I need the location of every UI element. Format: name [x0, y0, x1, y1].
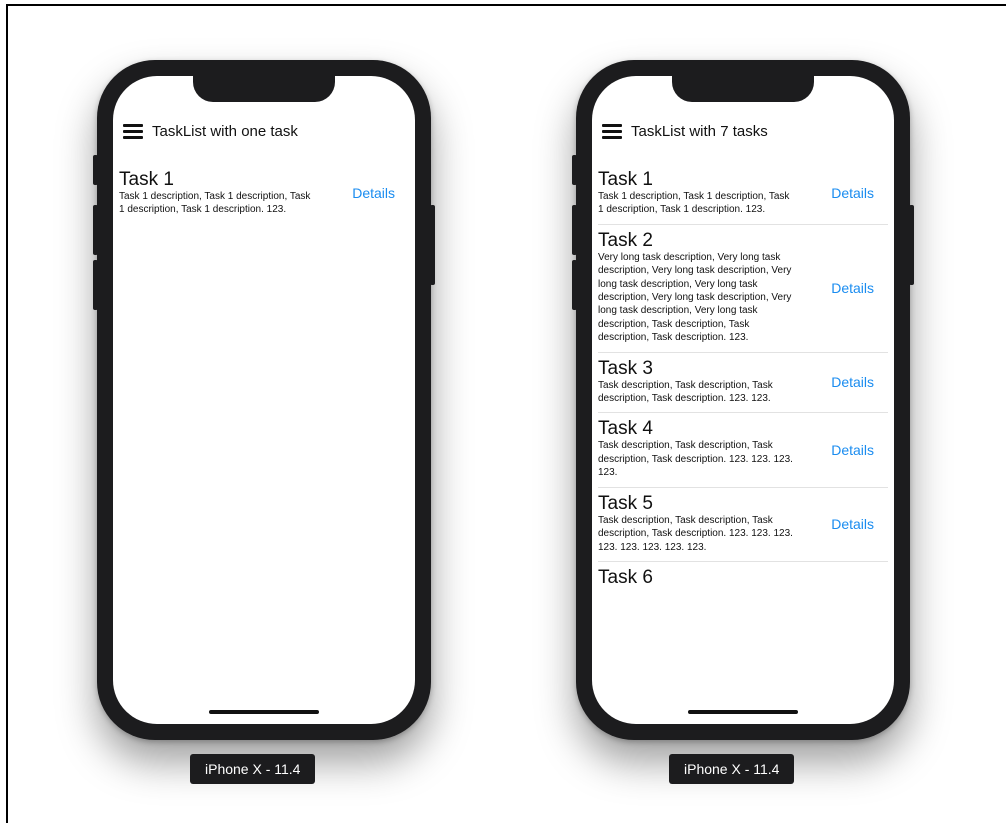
- volume-up-button: [93, 205, 98, 255]
- task-title: Task 1: [119, 170, 174, 190]
- task-list: Task 1 Task 1 description, Task 1 descri…: [119, 170, 409, 677]
- nav-title: TaskList with one task: [152, 122, 298, 140]
- nav-bar: TaskList with one task: [123, 120, 298, 142]
- task-title: Task 4: [598, 418, 653, 440]
- phone-screen: TaskList with 7 tasks Task 1 Task 1 desc…: [592, 76, 894, 724]
- task-row: Task 2 Very long task description, Very …: [598, 229, 888, 353]
- details-button[interactable]: Details: [831, 185, 874, 201]
- task-row: Task 4 Task description, Task descriptio…: [598, 418, 888, 488]
- volume-down-button: [572, 260, 577, 310]
- details-button[interactable]: Details: [831, 516, 874, 532]
- nav-bar: TaskList with 7 tasks: [602, 120, 768, 142]
- task-description: Task 1 description, Task 1 description, …: [119, 191, 311, 216]
- notch: [672, 76, 814, 102]
- device-label: iPhone X - 11.4: [190, 754, 316, 784]
- task-description: Task 1 description, Task 1 description, …: [598, 191, 790, 216]
- task-row: Task 3 Task description, Task descriptio…: [598, 357, 888, 414]
- task-title: Task 2: [598, 229, 653, 251]
- task-description: Very long task description, Very long ta…: [598, 251, 792, 344]
- task-title: Task 6: [598, 566, 653, 588]
- task-list[interactable]: Task 1 Task 1 description, Task 1 descri…: [598, 170, 888, 677]
- phone-screen: TaskList with one task Task 1 Task 1 des…: [113, 76, 415, 724]
- details-button[interactable]: Details: [831, 442, 874, 458]
- power-button: [909, 205, 914, 285]
- volume-up-button: [572, 205, 577, 255]
- task-title: Task 1: [598, 170, 653, 190]
- hamburger-menu-icon[interactable]: [123, 123, 143, 139]
- home-indicator[interactable]: [688, 710, 798, 714]
- power-button: [430, 205, 435, 285]
- details-button[interactable]: Details: [831, 280, 874, 296]
- volume-down-button: [93, 260, 98, 310]
- details-button[interactable]: Details: [352, 185, 395, 201]
- task-description: Task description, Task description, Task…: [598, 379, 773, 405]
- task-row: Task 6: [598, 566, 888, 595]
- notch: [193, 76, 335, 102]
- task-description: Task description, Task description, Task…: [598, 440, 793, 479]
- task-row: Task 5 Task description, Task descriptio…: [598, 492, 888, 562]
- task-description: Task description, Task description, Task…: [598, 514, 793, 553]
- task-row: Task 1 Task 1 description, Task 1 descri…: [119, 170, 409, 224]
- details-button[interactable]: Details: [831, 374, 874, 390]
- hamburger-menu-icon[interactable]: [602, 123, 622, 139]
- task-title: Task 5: [598, 492, 653, 514]
- iphone-device-one-task: TaskList with one task Task 1 Task 1 des…: [93, 60, 435, 740]
- iphone-device-seven-tasks: TaskList with 7 tasks Task 1 Task 1 desc…: [572, 60, 914, 740]
- task-row: Task 1 Task 1 description, Task 1 descri…: [598, 170, 888, 225]
- device-label: iPhone X - 11.4: [669, 754, 795, 784]
- nav-title: TaskList with 7 tasks: [631, 122, 768, 140]
- mute-switch: [572, 155, 577, 185]
- mute-switch: [93, 155, 98, 185]
- task-title: Task 3: [598, 357, 653, 379]
- home-indicator[interactable]: [209, 710, 319, 714]
